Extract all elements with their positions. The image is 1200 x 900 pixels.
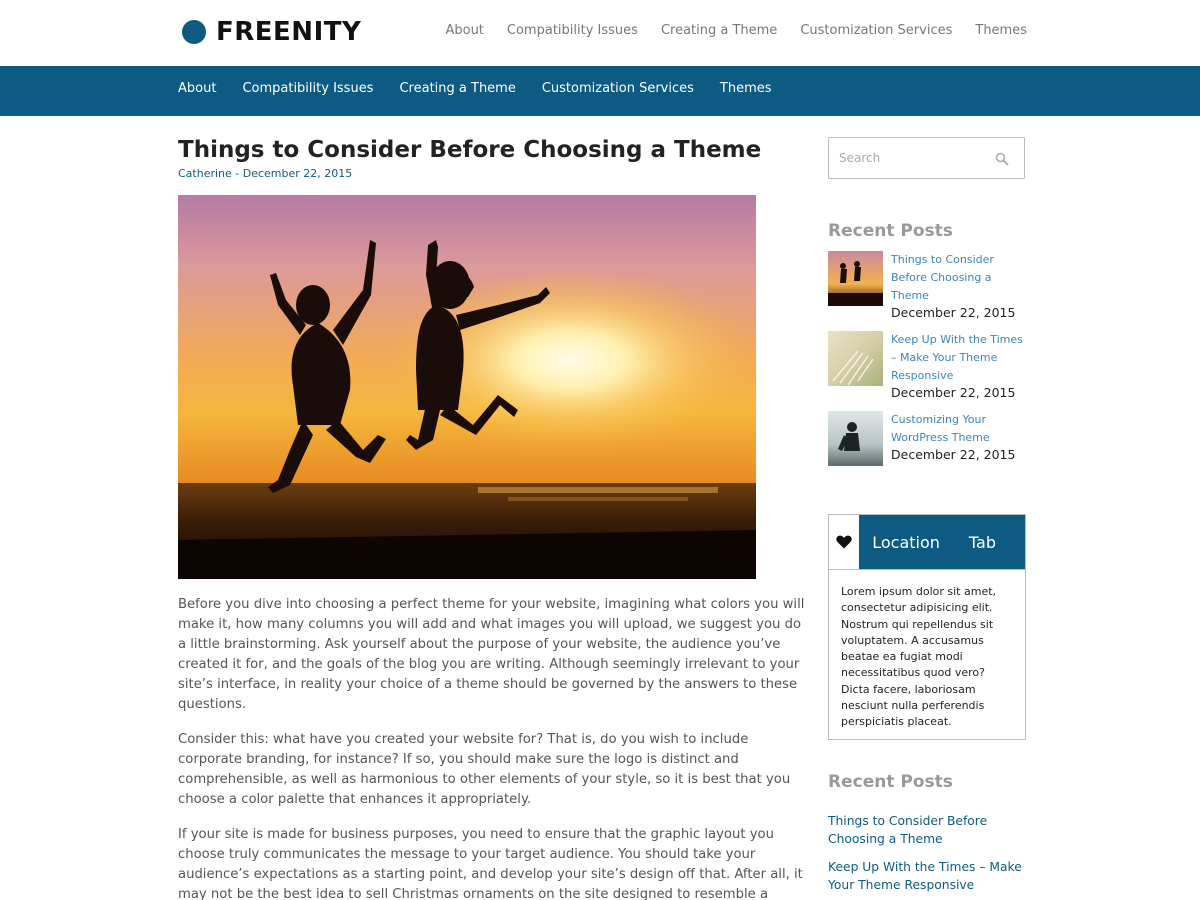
- recent-posts-list: Things to Consider Before Choosing a The…: [828, 251, 1026, 466]
- top-nav-creating-theme[interactable]: Creating a Theme: [661, 23, 777, 38]
- recent-posts-title: Recent Posts: [828, 221, 953, 241]
- tab-heart[interactable]: [829, 515, 860, 569]
- tab-tab-label[interactable]: Tab: [969, 533, 996, 552]
- sidebar: Recent Posts Things to Consider Before C…: [828, 137, 1026, 892]
- list-item: Keep Up With the Times – Make Your Theme…: [828, 331, 1026, 401]
- recent-post-thumbnail[interactable]: [828, 331, 883, 386]
- post-paragraph-1: Before you dive into choosing a perfect …: [178, 597, 805, 712]
- recent-post-link[interactable]: Keep Up With the Times – Make Your Theme…: [828, 858, 1026, 894]
- recent-posts-links: Things to Consider Before Choosing a The…: [828, 812, 1026, 900]
- top-nav: About Compatibility Issues Creating a Th…: [422, 23, 1027, 38]
- top-nav-customization[interactable]: Customization Services: [800, 23, 952, 38]
- main-nav: About Compatibility Issues Creating a Th…: [178, 81, 798, 96]
- recent-post-date: December 22, 2015: [891, 305, 1016, 320]
- search-icon[interactable]: [995, 152, 1009, 166]
- post-paragraph-3: If your site is made for business purpos…: [178, 827, 803, 900]
- list-item: Things to Consider Before Choosing a The…: [828, 251, 1026, 321]
- main-nav-compatibility[interactable]: Compatibility Issues: [242, 81, 373, 96]
- post-paragraph-2: Consider this: what have you created you…: [178, 732, 791, 807]
- recent-post-link[interactable]: Keep Up With the Times – Make Your Theme…: [891, 331, 1026, 385]
- search-input[interactable]: [839, 148, 989, 168]
- tab-content: Lorem ipsum dolor sit amet, consectetur …: [829, 569, 1025, 731]
- tab-location[interactable]: Location Tab: [859, 515, 1025, 569]
- post-featured-image[interactable]: [178, 195, 756, 579]
- recent-post-thumbnail[interactable]: [828, 251, 883, 306]
- heart-icon: [836, 535, 852, 549]
- recent-post-link[interactable]: Things to Consider Before Choosing a The…: [828, 812, 1026, 848]
- search-box: [828, 137, 1025, 179]
- post-body: Before you dive into choosing a perfect …: [178, 595, 806, 900]
- recent-post-thumbnail[interactable]: [828, 411, 883, 466]
- list-item: Customizing Your WordPress Theme Decembe…: [828, 411, 1026, 466]
- post-title[interactable]: Things to Consider Before Choosing a The…: [178, 134, 806, 166]
- recent-post-date: December 22, 2015: [891, 385, 1016, 400]
- main-nav-about[interactable]: About: [178, 81, 216, 96]
- recent-post-link[interactable]: Things to Consider Before Choosing a The…: [891, 251, 1026, 305]
- recent-posts-title-2: Recent Posts: [828, 772, 953, 792]
- post-meta[interactable]: Catherine - December 22, 2015: [178, 167, 806, 180]
- main-nav-themes[interactable]: Themes: [720, 81, 772, 96]
- tab-header: Location Tab: [829, 515, 1025, 569]
- top-nav-about[interactable]: About: [445, 23, 483, 38]
- top-header: FREENITY About Compatibility Issues Crea…: [0, 0, 1200, 66]
- post-article: Things to Consider Before Choosing a The…: [178, 134, 806, 900]
- top-nav-themes[interactable]: Themes: [975, 23, 1027, 38]
- main-nav-customization[interactable]: Customization Services: [542, 81, 694, 96]
- tab-location-label: Location: [872, 532, 940, 552]
- main-nav-creating-theme[interactable]: Creating a Theme: [399, 81, 515, 96]
- recent-post-link[interactable]: Customizing Your WordPress Theme: [891, 411, 1026, 447]
- site-logo[interactable]: FREENITY: [182, 17, 361, 47]
- site-title: FREENITY: [216, 17, 362, 47]
- recent-post-date: December 22, 2015: [891, 447, 1016, 462]
- logo-dot-icon: [182, 20, 206, 44]
- tab-widget: Location Tab Lorem ipsum dolor sit amet,…: [828, 514, 1026, 740]
- top-nav-compatibility[interactable]: Compatibility Issues: [507, 23, 638, 38]
- main-nav-bar: About Compatibility Issues Creating a Th…: [0, 66, 1200, 116]
